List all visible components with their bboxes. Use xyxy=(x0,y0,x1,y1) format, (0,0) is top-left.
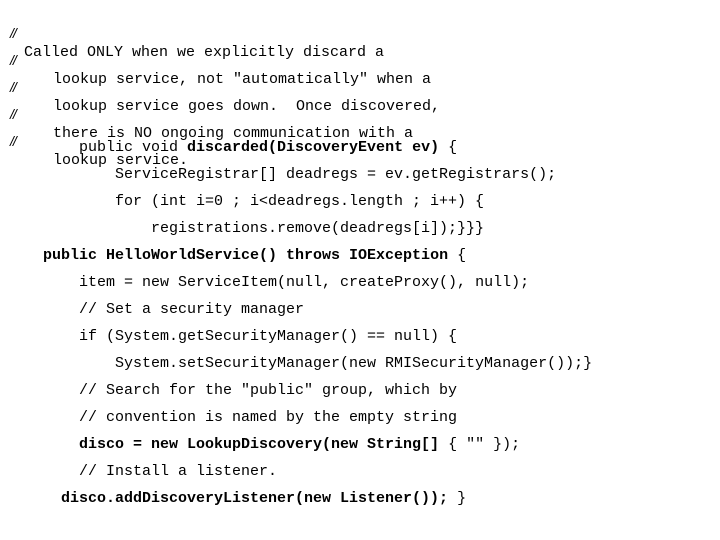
code-token: { "" }); xyxy=(439,436,521,453)
code-line: if (System.getSecurityManager() == null)… xyxy=(79,328,458,345)
code-line-comment-3: // lookup service goes down. Once discov… xyxy=(0,57,440,115)
code-token-bold: disco.addDiscoveryListener(new Listener(… xyxy=(61,490,449,507)
code-line-disco-assignment: disco = new LookupDiscovery(new String[]… xyxy=(79,435,520,455)
code-line-comment-4: // there is NO ongoing communication wit… xyxy=(0,84,413,142)
code-token: { xyxy=(439,139,458,156)
code-line-comment: // convention is named by the empty stri… xyxy=(79,409,458,426)
code-line-comment: // Search for the "public" group, which … xyxy=(79,382,458,399)
comment-text: Called ONLY when we explicitly discard a xyxy=(24,44,385,61)
code-line: ServiceRegistrar[] deadregs = ev.getRegi… xyxy=(115,166,557,183)
code-line: System.setSecurityManager(new RMISecurit… xyxy=(115,355,593,372)
code-line-constructor-signature: public HelloWorldService() throws IOExce… xyxy=(43,246,466,266)
code-token: } xyxy=(448,490,467,507)
code-line-comment-2: // lookup service, not "automatically" w… xyxy=(0,30,431,88)
code-token: public void xyxy=(79,139,188,156)
constructor-signature-bold: public HelloWorldService() throws IOExce… xyxy=(43,247,449,264)
code-line-comment-5: // lookup service. xyxy=(0,111,188,169)
method-name-bold: discarded(DiscoveryEvent ev) xyxy=(187,139,440,156)
code-line-discarded-signature: public void discarded(DiscoveryEvent ev)… xyxy=(79,138,457,158)
code-line-comment: // Install a listener. xyxy=(79,463,278,480)
comment-text: lookup service goes down. Once discovere… xyxy=(53,98,441,115)
code-line: for (int i=0 ; i<deadregs.length ; i++) … xyxy=(115,193,485,210)
code-line-comment-1: // Called ONLY when we explicitly discar… xyxy=(0,3,384,61)
code-line-add-listener: disco.addDiscoveryListener(new Listener(… xyxy=(61,489,466,509)
code-line: registrations.remove(deadregs[i]);}}} xyxy=(151,220,485,237)
comment-text: lookup service, not "automatically" when… xyxy=(53,71,432,88)
code-line-comment: // Set a security manager xyxy=(79,301,305,318)
code-line: item = new ServiceItem(null, createProxy… xyxy=(79,274,530,291)
code-token: { xyxy=(448,247,467,264)
comment-slashes: // xyxy=(10,133,17,149)
code-token-bold: disco = new LookupDiscovery(new String[] xyxy=(79,436,440,453)
